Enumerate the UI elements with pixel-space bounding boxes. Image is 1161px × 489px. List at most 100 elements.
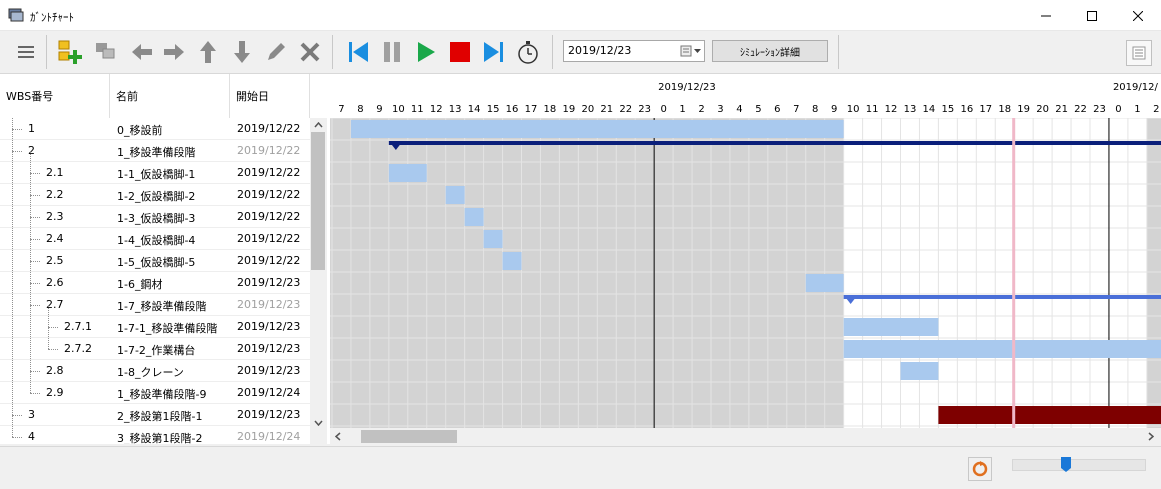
add-task-button[interactable]: [56, 37, 84, 67]
copy-task-button[interactable]: [92, 37, 120, 67]
hour-tick-label: 22: [619, 104, 632, 115]
table-row[interactable]: 2.2 1-2_仮設橋脚-2 2019/12/22: [0, 184, 310, 206]
table-row[interactable]: 2.3 1-3_仮設橋脚-3 2019/12/22: [0, 206, 310, 228]
task-bar: [350, 120, 844, 138]
name-cell: 1-7-1_移設準備段階: [117, 322, 218, 335]
table-row[interactable]: 2.7.1 1-7-1_移設準備段階 2019/12/23: [0, 316, 310, 338]
table-row[interactable]: 2 1_移設準備段階 2019/12/22: [0, 140, 310, 162]
hour-tick-label: 6: [774, 104, 780, 115]
chart-horizontal-scrollbar[interactable]: [330, 428, 1161, 445]
task-bar: [388, 164, 427, 182]
start-date-cell: 2019/12/22: [237, 232, 301, 245]
close-button[interactable]: [1115, 0, 1161, 31]
table-row[interactable]: 2.4 1-4_仮設橋脚-4 2019/12/22: [0, 228, 310, 250]
hour-tick-label: 19: [1017, 104, 1030, 115]
delete-button[interactable]: [296, 37, 324, 67]
minimize-icon: [1041, 15, 1051, 16]
indent-button[interactable]: [160, 37, 188, 67]
scroll-up-icon: [314, 122, 323, 128]
table-row[interactable]: 2.7.2 1-7-2_作業構台 2019/12/23: [0, 338, 310, 360]
hour-tick-label: 7: [793, 104, 799, 115]
play-button[interactable]: [412, 37, 440, 67]
stopwatch-button[interactable]: [514, 37, 542, 67]
zoom-slider-thumb[interactable]: [1061, 457, 1071, 473]
minimize-button[interactable]: [1023, 0, 1069, 31]
task-bar: [502, 252, 522, 270]
wbs-cell: 2.4: [46, 232, 64, 245]
date-dropdown-button[interactable]: [680, 44, 702, 58]
name-cell: 1-2_仮設橋脚-2: [117, 190, 196, 203]
task-bar: [938, 406, 1161, 424]
zoom-slider[interactable]: [1012, 459, 1146, 471]
hour-tick-label: 11: [866, 104, 879, 115]
current-time-line: [1012, 118, 1016, 428]
chart-horizontal-scroll-thumb[interactable]: [361, 430, 457, 443]
menu-button[interactable]: [12, 37, 40, 67]
start-date-cell: 2019/12/22: [237, 254, 301, 267]
table-row[interactable]: 2.1 1-1_仮設橋脚-1 2019/12/22: [0, 162, 310, 184]
table-row[interactable]: 2.9 1_移設準備段階-9 2019/12/24: [0, 382, 310, 404]
hour-tick-label: 21: [600, 104, 613, 115]
hour-tick-label: 8: [812, 104, 818, 115]
hour-tick-label: 1: [1134, 104, 1140, 115]
skip-start-button[interactable]: [344, 37, 372, 67]
table-row[interactable]: 2.5 1-5_仮設橋脚-5 2019/12/22: [0, 250, 310, 272]
skip-end-icon: [484, 42, 503, 62]
gantt-chart[interactable]: 2019/12/23 2019/12/7 8 9 10 11 12 13 14 15 16 17 18 1…: [330, 74, 1161, 428]
name-cell: 1-1_仮設橋脚-1: [117, 168, 196, 181]
summary-bar: [388, 141, 1161, 145]
refresh-button[interactable]: [968, 457, 992, 481]
move-up-button[interactable]: [194, 37, 222, 67]
grid-vertical-scrollbar[interactable]: [310, 118, 327, 444]
hour-tick-label: 22: [1074, 104, 1087, 115]
column-header-start[interactable]: 開始日: [230, 74, 310, 118]
table-row[interactable]: 2.7 1-7_移設準備段階 2019/12/23: [0, 294, 310, 316]
maximize-icon: [1087, 10, 1097, 21]
wbs-cell: 4: [28, 430, 35, 443]
wbs-cell: 2.9: [46, 386, 64, 399]
list-view-button[interactable]: [1126, 40, 1152, 66]
maximize-button[interactable]: [1069, 0, 1115, 31]
arrow-down-icon: [234, 41, 250, 63]
start-date-cell: 2019/12/23: [237, 408, 301, 421]
grid-vertical-scroll-thumb[interactable]: [311, 132, 325, 270]
wbs-cell: 2.8: [46, 364, 64, 377]
start-date-cell: 2019/12/22: [237, 166, 301, 179]
column-header-wbs[interactable]: WBS番号: [0, 74, 110, 118]
table-row[interactable]: 2.8 1-8_クレーン 2019/12/23: [0, 360, 310, 382]
hour-tick-label: 19: [563, 104, 576, 115]
table-row[interactable]: 1 0_移設前 2019/12/22: [0, 118, 310, 140]
hour-tick-label: 23: [1093, 104, 1106, 115]
refresh-icon: [972, 461, 988, 477]
name-cell: 1_移設準備段階-9: [117, 388, 207, 401]
stop-button[interactable]: [446, 37, 474, 67]
start-date-cell: 2019/12/23: [237, 320, 301, 333]
start-date-cell: 2019/12/23: [237, 342, 301, 355]
hour-tick-label: 18: [544, 104, 557, 115]
hour-tick-label: 16: [506, 104, 519, 115]
outdent-button[interactable]: [128, 37, 156, 67]
hour-tick-label: 17: [525, 104, 538, 115]
column-header-name[interactable]: 名前: [110, 74, 230, 118]
move-down-button[interactable]: [228, 37, 256, 67]
hour-tick-label: 7: [338, 104, 344, 115]
copy-task-icon: [96, 43, 115, 59]
name-cell: 1-6_鋼材: [117, 278, 163, 291]
table-row[interactable]: 4 3_移設第1段階-2 2019/12/24: [0, 426, 310, 444]
table-row[interactable]: 3 2_移設第1段階-1 2019/12/23: [0, 404, 310, 426]
scroll-right-icon: [1148, 432, 1154, 441]
pause-button[interactable]: [378, 37, 406, 67]
arrow-left-icon: [132, 44, 152, 60]
wbs-cell: 2.2: [46, 188, 64, 201]
hour-tick-label: 20: [581, 104, 594, 115]
start-date-cell: 2019/12/23: [237, 364, 301, 377]
hour-tick-label: 8: [357, 104, 363, 115]
simulation-date-combo[interactable]: 2019/12/23: [563, 40, 705, 62]
table-row[interactable]: 2.6 1-6_鋼材 2019/12/23: [0, 272, 310, 294]
hour-tick-label: 11: [411, 104, 424, 115]
skip-end-button[interactable]: [480, 37, 508, 67]
simulation-detail-button[interactable]: ｼﾐｭﾚｰｼｮﾝ詳細: [712, 40, 828, 62]
edit-button[interactable]: [262, 37, 290, 67]
app-icon: [8, 8, 24, 22]
summary-bar: [843, 295, 1161, 299]
